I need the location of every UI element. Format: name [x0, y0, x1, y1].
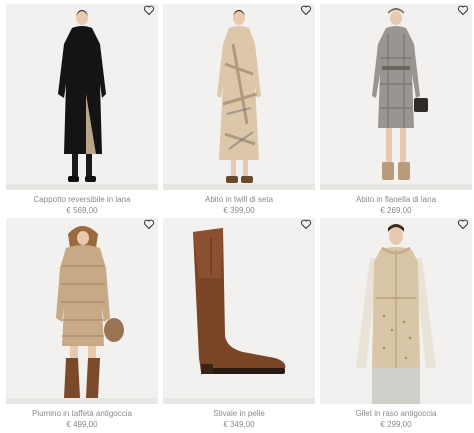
product-price: € 299,00 [380, 420, 412, 429]
heart-outline-icon[interactable] [457, 4, 469, 16]
product-image[interactable] [163, 4, 315, 190]
product-name[interactable]: Abito in twill di seta [163, 194, 315, 205]
product-price: € 349,00 [223, 420, 255, 429]
product-price: € 569,00 [66, 206, 98, 215]
product-card[interactable]: Cappotto reversibile in lana € 569,00 [6, 4, 158, 216]
product-card[interactable]: Abito in twill di seta € 399,00 [163, 4, 315, 216]
product-price: € 399,00 [223, 206, 255, 215]
product-caption: Cappotto reversibile in lana € 569,00 [6, 194, 158, 216]
product-price: € 269,00 [380, 206, 412, 215]
product-price: € 499,00 [66, 420, 98, 429]
product-image[interactable] [6, 218, 158, 404]
product-name[interactable]: Piumino in taffetà antigoccia [6, 408, 158, 419]
heart-outline-icon[interactable] [143, 4, 155, 16]
product-caption: Abito in flanella di lana € 269,00 [320, 194, 472, 216]
product-caption: Gilet in raso antigoccia € 299,00 [320, 408, 472, 430]
product-caption: Abito in twill di seta € 399,00 [163, 194, 315, 216]
product-card[interactable]: Abito in flanella di lana € 269,00 [320, 4, 472, 216]
product-grid: Cappotto reversibile in lana € 569,00 Ab [0, 0, 474, 433]
heart-outline-icon[interactable] [143, 218, 155, 230]
product-caption: Stivale in pelle € 349,00 [163, 408, 315, 430]
product-card[interactable]: Piumino in taffetà antigoccia € 499,00 [6, 218, 158, 430]
heart-outline-icon[interactable] [457, 218, 469, 230]
product-name[interactable]: Gilet in raso antigoccia [320, 408, 472, 419]
product-card[interactable]: Gilet in raso antigoccia € 299,00 [320, 218, 472, 430]
product-card[interactable]: Stivale in pelle € 349,00 [163, 218, 315, 430]
product-caption: Piumino in taffetà antigoccia € 499,00 [6, 408, 158, 430]
heart-outline-icon[interactable] [300, 4, 312, 16]
product-image[interactable] [6, 4, 158, 190]
product-image[interactable] [320, 4, 472, 190]
product-image[interactable] [320, 218, 472, 404]
heart-outline-icon[interactable] [300, 218, 312, 230]
product-image[interactable] [163, 218, 315, 404]
product-name[interactable]: Abito in flanella di lana [320, 194, 472, 205]
product-name[interactable]: Stivale in pelle [163, 408, 315, 419]
product-name[interactable]: Cappotto reversibile in lana [6, 194, 158, 205]
